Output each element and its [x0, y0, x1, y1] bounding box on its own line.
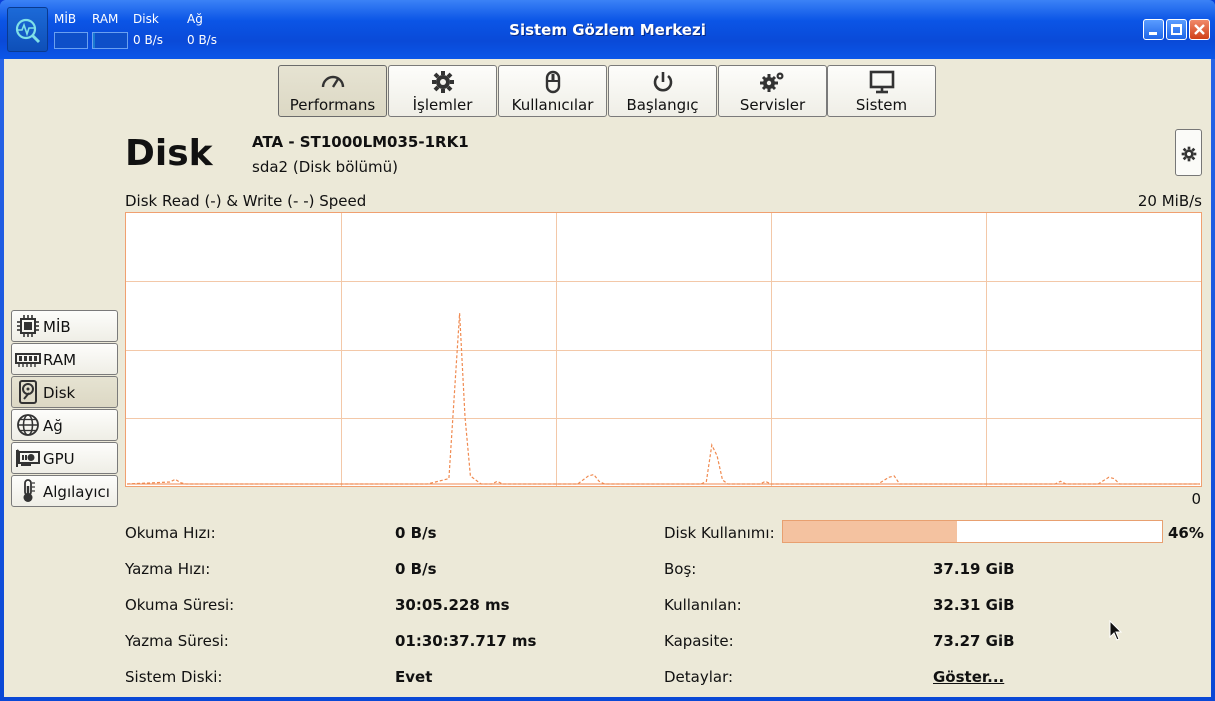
tab-label: Sistem — [855, 96, 908, 114]
capacity-value: 73.27 GiB — [933, 632, 1015, 650]
maximize-icon — [1171, 24, 1182, 35]
capacity-label: Kapasite: — [664, 632, 734, 650]
close-button[interactable] — [1189, 19, 1210, 40]
tab-performance[interactable]: Performans — [278, 65, 387, 117]
gears-icon — [759, 72, 783, 92]
tab-processes[interactable]: İşlemler — [388, 65, 497, 117]
chart-ymax-label: 20 MiB/s — [1137, 192, 1202, 210]
disk-speed-chart — [125, 212, 1202, 487]
tab-services[interactable]: Servisler — [718, 65, 827, 117]
system-disk-value: Evet — [395, 668, 433, 686]
tab-users[interactable]: Kullanıcılar — [498, 65, 607, 117]
read-speed-value: 0 B/s — [395, 524, 437, 542]
disk-icon — [19, 380, 37, 404]
chart-canvas — [126, 213, 1201, 486]
chart-series-write-line — [126, 313, 1200, 485]
free-label: Boş: — [664, 560, 697, 578]
disk-usage-bar — [782, 520, 1163, 543]
free-value: 37.19 GiB — [933, 560, 1015, 578]
sidebar-item-ram[interactable]: RAM — [11, 343, 118, 375]
write-time-value: 01:30:37.717 ms — [395, 632, 537, 650]
tab-label: Başlangıç — [626, 96, 699, 114]
window-title: Sistem Gözlem Merkezi — [509, 21, 706, 39]
used-label: Kullanılan: — [664, 596, 742, 614]
sidebar-item-gpu[interactable]: GPU — [11, 442, 118, 474]
gear-icon — [431, 71, 454, 93]
sidebar-item-network[interactable]: Ağ — [11, 409, 118, 441]
details-show-link[interactable]: Göster... — [933, 668, 1004, 686]
chart-title: Disk Read (-) & Write (- -) Speed — [125, 192, 367, 210]
minimize-icon — [1149, 32, 1157, 35]
tab-startup[interactable]: Başlangıç — [608, 65, 717, 117]
sidebar-item-label: Disk — [43, 384, 76, 402]
settings-button[interactable] — [1175, 129, 1202, 176]
tab-label: Servisler — [739, 96, 806, 114]
disk-usage-fill — [783, 521, 958, 542]
read-speed-label: Okuma Hızı: — [125, 524, 216, 542]
cpu-icon — [17, 315, 39, 337]
disk-partition: sda2 (Disk bölümü) — [252, 158, 399, 176]
chart-ymin-label: 0 — [1191, 490, 1201, 508]
client-area: Performans İşlemler Kullanıcılar Başlang… — [4, 59, 1211, 697]
tab-label: Kullanıcılar — [511, 96, 594, 114]
sidebar-item-disk[interactable]: Disk — [11, 376, 118, 408]
close-icon — [1194, 24, 1205, 35]
globe-icon — [17, 414, 39, 436]
gpu-icon — [16, 449, 40, 467]
used-value: 32.31 GiB — [933, 596, 1015, 614]
read-time-value: 30:05.228 ms — [395, 596, 510, 614]
details-label: Detaylar: — [664, 668, 734, 686]
thermometer-icon — [23, 479, 35, 502]
disk-model: ATA - ST1000LM035-1RK1 — [252, 133, 469, 151]
read-time-label: Okuma Süresi: — [125, 596, 235, 614]
write-speed-label: Yazma Hızı: — [125, 560, 211, 578]
ram-icon — [15, 353, 41, 367]
title-bar[interactable]: MİB RAM Disk 0 B/s Ağ 0 B/s Sistem Gözle… — [0, 0, 1215, 59]
sidebar-item-label: MİB — [43, 318, 71, 336]
app-window: MİB RAM Disk 0 B/s Ağ 0 B/s Sistem Gözle… — [0, 0, 1215, 701]
disk-usage-label: Disk Kullanımı: — [664, 524, 775, 542]
power-icon — [653, 72, 672, 92]
sidebar-item-label: Algılayıcı — [43, 483, 110, 501]
write-time-label: Yazma Süresi: — [125, 632, 229, 650]
sidebar-item-label: GPU — [43, 450, 75, 468]
sidebar-item-cpu[interactable]: MİB — [11, 310, 118, 342]
tab-label: İşlemler — [412, 96, 473, 114]
tab-system[interactable]: Sistem — [827, 65, 936, 117]
maximize-button[interactable] — [1166, 19, 1187, 40]
disk-usage-percent: 46% — [1168, 524, 1204, 542]
write-speed-value: 0 B/s — [395, 560, 437, 578]
system-disk-label: Sistem Diski: — [125, 668, 223, 686]
page-title: Disk — [125, 133, 213, 174]
mouse-cursor-icon — [1109, 620, 1123, 641]
sidebar-item-sensors[interactable]: Algılayıcı — [11, 475, 118, 507]
tab-label: Performans — [289, 96, 376, 114]
speedometer-icon — [321, 75, 344, 88]
gear-icon — [1181, 146, 1197, 162]
minimize-button[interactable] — [1143, 19, 1164, 40]
sidebar-item-label: Ağ — [43, 417, 63, 435]
sidebar-item-label: RAM — [43, 351, 77, 369]
mouse-icon — [545, 70, 560, 94]
monitor-icon — [869, 70, 894, 94]
